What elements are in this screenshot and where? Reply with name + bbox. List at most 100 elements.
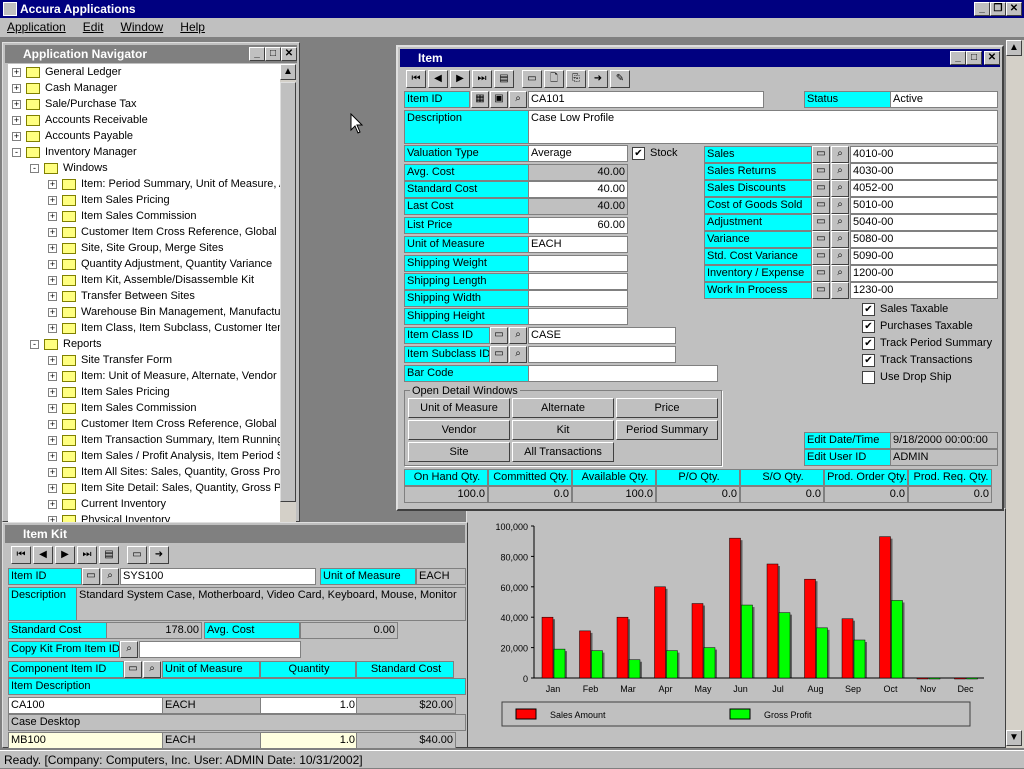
navigator-scrollbar[interactable]: ▲ xyxy=(280,64,296,522)
expand-icon[interactable]: + xyxy=(12,68,21,77)
shipping-length-field[interactable] xyxy=(528,273,628,290)
kit-item-id-field[interactable]: SYS100 xyxy=(120,568,316,585)
search-icon[interactable]: ⌕ xyxy=(509,327,527,344)
expand-icon[interactable]: + xyxy=(48,484,57,493)
uom-field[interactable]: EACH xyxy=(528,236,628,253)
option-checkbox[interactable]: ✔ Track Transactions xyxy=(862,353,973,369)
search-icon[interactable]: ⌕ xyxy=(101,568,119,585)
nav-item[interactable]: - Reports xyxy=(30,336,102,352)
shipping-weight-field[interactable] xyxy=(528,255,628,272)
search-icon[interactable]: ⌕ xyxy=(831,180,849,197)
menu-help[interactable]: Help xyxy=(173,18,212,36)
expand-icon[interactable]: + xyxy=(48,244,57,253)
account-field[interactable]: 1230-00 xyxy=(850,282,998,299)
valuation-type-select[interactable]: Average xyxy=(528,145,628,162)
search-icon[interactable]: ⌕ xyxy=(831,231,849,248)
folder-icon[interactable]: ▭ xyxy=(124,661,142,678)
description-field[interactable]: Case Low Profile xyxy=(528,110,998,144)
expand-icon[interactable]: + xyxy=(12,132,21,141)
all-transactions-button[interactable]: All Transactions xyxy=(512,442,614,462)
item-minimize-button[interactable]: _ xyxy=(950,51,966,65)
site-button[interactable]: Site xyxy=(408,442,510,462)
execute-icon[interactable]: ➜ xyxy=(588,70,608,88)
status-field[interactable]: Active xyxy=(890,91,998,108)
account-field[interactable]: 4052-00 xyxy=(850,180,998,197)
folder-icon[interactable]: ▭ xyxy=(812,163,830,180)
option-checkbox[interactable]: ✔ Sales Taxable xyxy=(862,302,948,318)
expand-icon[interactable]: + xyxy=(48,260,57,269)
prev-record-icon[interactable]: ◀ xyxy=(33,546,53,564)
execute-icon[interactable]: ➜ xyxy=(149,546,169,564)
new-document-icon[interactable]: 🗋 xyxy=(544,70,564,88)
window-icon[interactable]: ▭ xyxy=(127,546,147,564)
restore-button[interactable]: ❐ xyxy=(990,2,1006,16)
folder-icon[interactable]: ▭ xyxy=(812,282,830,299)
search-icon[interactable]: ⌕ xyxy=(831,282,849,299)
standard-cost-field[interactable]: 40.00 xyxy=(528,181,628,198)
nav-item[interactable]: + Item Sales Commission xyxy=(48,400,197,416)
expand-icon[interactable]: + xyxy=(48,228,57,237)
bar-code-field[interactable] xyxy=(528,365,718,382)
search-icon[interactable]: ⌕ xyxy=(509,91,527,108)
nav-item[interactable]: + Customer Item Cross Reference, Global I xyxy=(48,224,280,240)
last-record-icon[interactable]: ⏭ xyxy=(77,546,97,564)
folder-icon[interactable]: ▭ xyxy=(812,265,830,282)
minimize-button[interactable]: _ xyxy=(974,2,990,16)
kit-row-1-id[interactable]: MB100 xyxy=(8,732,164,749)
nav-item[interactable]: + Item Class, Item Subclass, Customer Ite… xyxy=(48,320,280,336)
lookup-icon[interactable]: ▤ xyxy=(494,70,514,88)
nav-item[interactable]: + Item Kit, Assemble/Disassemble Kit xyxy=(48,272,254,288)
search-icon[interactable]: ⌕ xyxy=(831,163,849,180)
nav-item[interactable]: + Quantity Adjustment, Quantity Variance xyxy=(48,256,272,272)
wand-icon[interactable]: ✎ xyxy=(610,70,630,88)
expand-icon[interactable]: + xyxy=(48,180,57,189)
expand-icon[interactable]: + xyxy=(48,324,57,333)
nav-item[interactable]: + Item Sales / Profit Analysis, Item Peri… xyxy=(48,448,280,464)
vendor-button[interactable]: Vendor xyxy=(408,420,510,440)
nav-item[interactable]: + Item Sales Pricing xyxy=(48,192,170,208)
first-record-icon[interactable]: ⏮ xyxy=(406,70,426,88)
collapse-icon[interactable]: - xyxy=(30,340,39,349)
item-close-button[interactable]: ✕ xyxy=(984,51,1000,65)
nav-item[interactable]: + Site Transfer Form xyxy=(48,352,172,368)
collapse-icon[interactable]: - xyxy=(12,148,21,157)
nav-item[interactable]: + Item Transaction Summary, Item Running xyxy=(48,432,280,448)
option-checkbox[interactable]: Use Drop Ship xyxy=(862,370,952,386)
expand-icon[interactable]: + xyxy=(48,276,57,285)
menu-window[interactable]: Window xyxy=(114,18,171,36)
prev-record-icon[interactable]: ◀ xyxy=(428,70,448,88)
item-subclass-field[interactable] xyxy=(528,346,676,363)
folder-icon[interactable]: ▭ xyxy=(812,214,830,231)
search-icon[interactable]: ⌕ xyxy=(831,214,849,231)
kit-button[interactable]: Kit xyxy=(512,420,614,440)
window-icon[interactable]: ▭ xyxy=(522,70,542,88)
nav-item[interactable]: - Windows xyxy=(30,160,108,176)
expand-icon[interactable]: + xyxy=(48,196,57,205)
folder-icon[interactable]: ▭ xyxy=(490,327,508,344)
expand-icon[interactable]: + xyxy=(12,100,21,109)
search-icon[interactable]: ⌕ xyxy=(509,346,527,363)
nav-item[interactable]: + Accounts Receivable xyxy=(12,112,148,128)
account-field[interactable]: 4010-00 xyxy=(850,146,998,163)
expand-icon[interactable]: + xyxy=(48,500,57,509)
expand-icon[interactable]: + xyxy=(48,404,57,413)
account-field[interactable]: 5040-00 xyxy=(850,214,998,231)
item-id-field[interactable]: CA101 xyxy=(528,91,764,108)
nav-item[interactable]: + Site, Site Group, Merge Sites xyxy=(48,240,223,256)
expand-icon[interactable]: + xyxy=(48,468,57,477)
item-maximize-button[interactable]: □ xyxy=(966,51,982,65)
nav-item[interactable]: + Item Sales Pricing xyxy=(48,384,170,400)
browse-icon[interactable]: ▦ xyxy=(471,91,489,108)
expand-icon[interactable]: + xyxy=(48,372,57,381)
search-icon[interactable]: ⌕ xyxy=(831,146,849,163)
stock-checkbox[interactable]: ✔ Stock xyxy=(632,146,678,162)
option-checkbox[interactable]: ✔ Purchases Taxable xyxy=(862,319,973,335)
nav-item[interactable]: + Item: Period Summary, Unit of Measure, … xyxy=(48,176,280,192)
main-scroll-down[interactable]: ▼ xyxy=(1006,730,1022,746)
account-field[interactable]: 5080-00 xyxy=(850,231,998,248)
kit-row-0-id[interactable]: CA100 xyxy=(8,697,164,714)
folder-icon[interactable]: ▭ xyxy=(490,346,508,363)
nav-item[interactable]: + Accounts Payable xyxy=(12,128,133,144)
search-icon[interactable]: ⌕ xyxy=(831,248,849,265)
collapse-icon[interactable]: - xyxy=(30,164,39,173)
